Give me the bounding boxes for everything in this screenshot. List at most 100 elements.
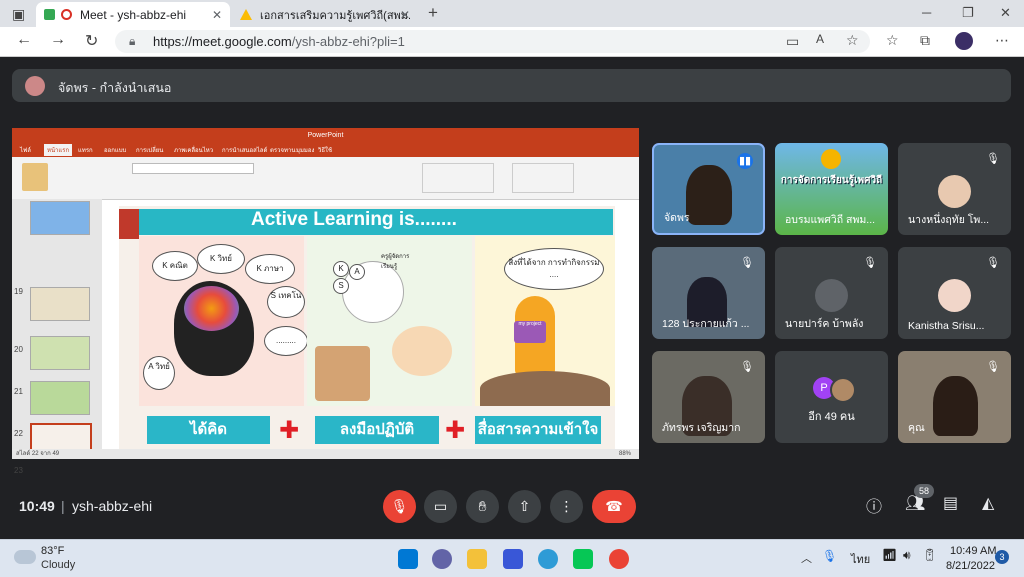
- browser-tab-bar: ▣ Meet - ysh-abbz-ehi ✕ เอกสารเสริมความร…: [0, 0, 1024, 27]
- more-options-button[interactable]: ⋮: [550, 490, 583, 523]
- participant-tile[interactable]: 🎙︎ นางหนึ่งฤทัย โพ...: [898, 143, 1011, 235]
- close-tab-icon[interactable]: ✕: [400, 8, 410, 22]
- clock-date[interactable]: 8/21/2022: [946, 560, 995, 572]
- close-tab-icon[interactable]: ✕: [212, 8, 222, 22]
- meeting-code: ysh-abbz-ehi: [72, 498, 153, 514]
- raise-hand-button[interactable]: ✋︎: [466, 490, 499, 523]
- clock-time[interactable]: 10:49 AM: [950, 545, 996, 557]
- tab-document[interactable]: เอกสารเสริมความรู้เพศวิถี(สพม.ลพบ) ✕: [232, 2, 418, 27]
- favorites-icon[interactable]: ☆: [886, 32, 899, 49]
- others-tile[interactable]: P อีก 49 คน: [775, 351, 888, 443]
- slide-thumbnail[interactable]: [30, 381, 90, 415]
- activities-icon[interactable]: ◭: [982, 493, 994, 513]
- edge-icon[interactable]: [538, 549, 558, 569]
- slide-thumbnail[interactable]: [30, 336, 90, 370]
- slide-thumbnail[interactable]: [30, 201, 90, 235]
- ppt-status-bar: สไลด์ 22 จาก 49 88%: [12, 449, 639, 459]
- language-indicator[interactable]: ไทย: [851, 550, 870, 568]
- participant-avatar: [938, 279, 971, 312]
- collections-icon[interactable]: ⧉: [920, 32, 930, 49]
- vs-code-icon[interactable]: [503, 549, 523, 569]
- participant-name: Kanistha Srisu...: [908, 320, 985, 332]
- leave-call-button[interactable]: ☎︎: [592, 490, 636, 523]
- label-think: ได้คิด: [147, 416, 270, 444]
- ppt-title-bar: PowerPoint: [12, 128, 639, 143]
- tab-actions-icon[interactable]: ▣: [12, 6, 25, 23]
- participant-name: อบรมแพศวิถี สพม...: [785, 214, 876, 226]
- url-field[interactable]: 🔒︎ https://meet.google.com/ysh-abbz-ehi?…: [115, 30, 870, 53]
- others-count: อีก 49 คน: [808, 411, 855, 423]
- lock-icon: 🔒︎: [129, 34, 136, 48]
- slide-thumbnails: 19 20 21 22: [12, 199, 102, 459]
- mic-tray-icon[interactable]: 🎙︎: [822, 549, 837, 563]
- show-hidden-icons[interactable]: ︿: [801, 550, 812, 566]
- slide-number: 20: [14, 345, 23, 354]
- tab-title: เอกสารเสริมความรู้เพศวิถี(สพม.ลพบ): [260, 9, 410, 22]
- notification-badge[interactable]: 3: [995, 550, 1009, 564]
- brain-icon: [184, 286, 239, 331]
- more-menu-icon[interactable]: ⋯: [995, 32, 1009, 49]
- chat-icon[interactable]: ▤: [943, 493, 958, 513]
- new-tab-icon[interactable]: +: [428, 3, 438, 23]
- read-aloud-icon[interactable]: A: [816, 32, 824, 46]
- mic-toggle-button[interactable]: 🎙︎: [383, 490, 416, 523]
- cartoon-character-illustration: [392, 326, 452, 376]
- k-bubble: K: [333, 261, 349, 277]
- participant-tile[interactable]: 🎙︎ ภัทรพร เจริญมาก: [652, 351, 765, 443]
- participant-name: จัดพร: [664, 212, 690, 224]
- font-format-row: [132, 177, 252, 186]
- default-avatar-icon: [815, 279, 848, 312]
- mic-off-icon: 🎙︎: [986, 153, 1000, 165]
- tile-banner-text: การจัดการเรียนรู้เพศวิถี: [780, 175, 883, 186]
- chat-app-icon[interactable]: [432, 549, 452, 569]
- participant-tile[interactable]: 🎙︎ 128 ประกายแก้ว ...: [652, 247, 765, 339]
- ribbon-tab: ออกแบบ: [104, 148, 127, 154]
- label-practice: ลงมือปฏิบัติ: [315, 416, 439, 444]
- slide-thumbnail[interactable]: [30, 287, 90, 321]
- file-explorer-icon[interactable]: [467, 549, 487, 569]
- mic-off-icon: 🎙︎: [986, 361, 1000, 373]
- start-icon[interactable]: [398, 549, 418, 569]
- battery-icon[interactable]: 🔋︎: [922, 548, 937, 562]
- participant-tile[interactable]: การจัดการเรียนรู้เพศวิถี อบรมแพศวิถี สพม…: [775, 143, 888, 235]
- add-favorite-icon[interactable]: ☆: [846, 32, 859, 49]
- participant-tile[interactable]: 🎙︎ นายปาร์ค บ้าพลัง: [775, 247, 888, 339]
- participant-tile[interactable]: 🎙︎ คุณ: [898, 351, 1011, 443]
- ribbon-tab: ตรวจทาน: [270, 148, 296, 154]
- back-icon[interactable]: ←: [16, 31, 32, 49]
- participant-tile[interactable]: 🎙︎ Kanistha Srisu...: [898, 247, 1011, 339]
- arrange-group: [512, 163, 574, 193]
- mic-off-icon: 🎙︎: [740, 257, 754, 269]
- tab-meet[interactable]: Meet - ysh-abbz-ehi ✕: [36, 2, 230, 27]
- camera-toggle-button[interactable]: ▭: [424, 490, 457, 523]
- presenter-avatar: [25, 76, 45, 96]
- mic-off-icon: 🎙︎: [986, 257, 1000, 269]
- emblem-icon: [821, 149, 841, 169]
- minimize-icon[interactable]: ─: [922, 5, 931, 20]
- chrome-icon[interactable]: [609, 549, 629, 569]
- participant-name: คุณ: [908, 422, 925, 434]
- ribbon-tab: การเปลี่ยน: [136, 148, 164, 154]
- weather-temp: 83°F: [41, 545, 65, 557]
- bubble: A วิทย์: [143, 356, 175, 390]
- zoom-level: 88%: [618, 451, 631, 457]
- tab-title: Meet - ysh-abbz-ehi: [80, 7, 187, 22]
- line-icon[interactable]: [573, 549, 593, 569]
- student-computer-illustration: [315, 346, 370, 401]
- reload-icon[interactable]: ↻: [85, 31, 98, 51]
- forward-icon[interactable]: →: [50, 31, 66, 49]
- presenter-label: จัดพร - กำลังนำเสนอ: [58, 81, 172, 95]
- bubble: K วิทย์: [197, 244, 245, 274]
- wifi-icon[interactable]: 📶︎: [882, 548, 897, 562]
- presentation-screen[interactable]: PowerPoint ไฟล์ หน้าแรก แทรก ออกแบบ การเ…: [12, 128, 639, 475]
- participant-tile[interactable]: ▮▮ จัดพร: [652, 143, 765, 235]
- separator: |: [61, 498, 65, 514]
- volume-icon[interactable]: 🔊︎: [903, 548, 911, 563]
- close-window-icon[interactable]: ✕: [1000, 5, 1011, 21]
- ppt-ribbon-tabs: ไฟล์ หน้าแรก แทรก ออกแบบ การเปลี่ยน ภาพเ…: [12, 143, 639, 157]
- profile-avatar-icon[interactable]: [955, 32, 973, 50]
- camera-permission-icon[interactable]: ▭: [786, 33, 799, 50]
- maximize-icon[interactable]: ❐: [962, 5, 974, 21]
- present-now-button[interactable]: ⇧: [508, 490, 541, 523]
- meeting-details-icon[interactable]: ⓘ: [866, 493, 882, 517]
